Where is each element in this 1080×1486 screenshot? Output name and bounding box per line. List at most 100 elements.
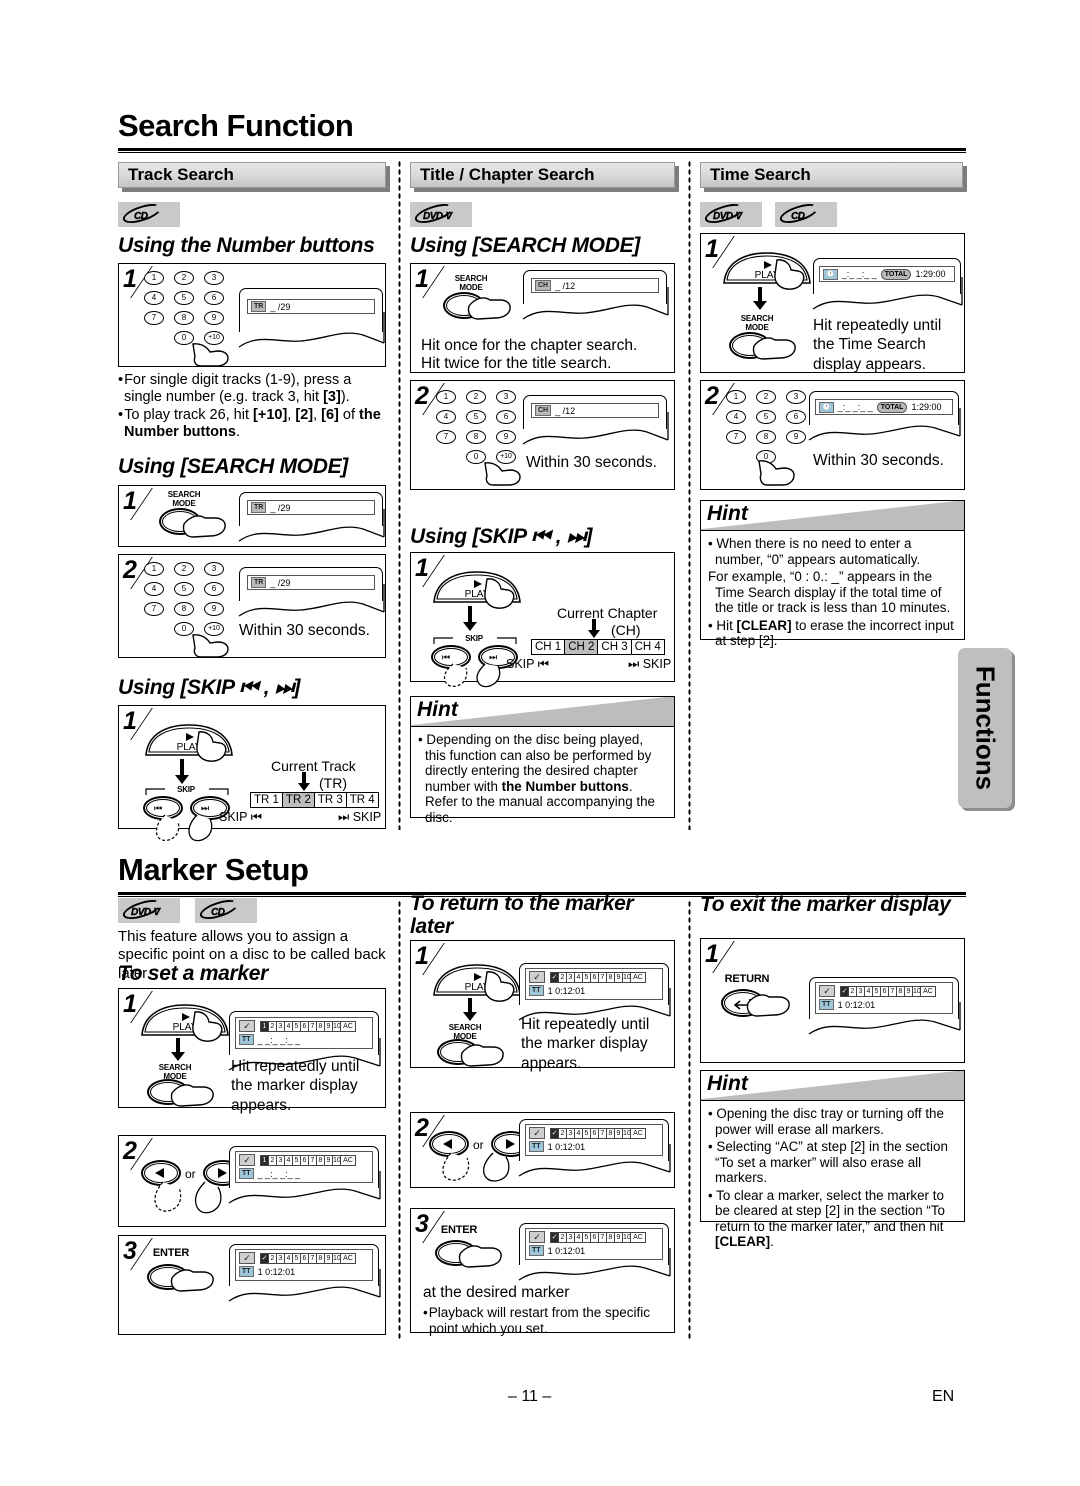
marker-time-row: TT 1 0:12:01 — [529, 1141, 585, 1152]
disc-badge-cd-label: CD — [211, 906, 225, 918]
enter-label: ENTER — [440, 1224, 478, 1236]
key-8[interactable]: 8 — [756, 430, 776, 444]
subheading-to-set-a-marker: To set a marker — [118, 962, 268, 985]
key-1[interactable]: 1 — [144, 271, 164, 285]
finger-pointer-icon — [484, 462, 521, 486]
track-note-2: To play track 26, hit [+10], [2], [6] of… — [118, 407, 390, 442]
key-8[interactable]: 8 — [466, 430, 486, 444]
key-3[interactable]: 3 — [204, 271, 224, 285]
title-tag: TT — [529, 1245, 544, 1256]
key-6[interactable]: 6 — [204, 291, 224, 305]
key-8[interactable]: 8 — [174, 602, 194, 616]
chapter-hit-once-line1: Hit once for the chapter search. — [421, 337, 638, 354]
key-4[interactable]: 4 — [436, 410, 456, 424]
track-strip-unit: (TR) — [319, 775, 347, 791]
down-arrow-icon — [171, 1038, 185, 1061]
marker-time-value: _ _:_ _:_ _ — [257, 1168, 301, 1179]
key-9[interactable]: 9 — [786, 430, 806, 444]
marker-time-row: TT 1 0:12:01 — [529, 1245, 585, 1256]
column-divider-3 — [398, 900, 401, 1340]
clock-icon: 🕐 — [819, 401, 834, 413]
hint-box-marker: Hint Opening the disc tray or turning of… — [700, 1070, 965, 1249]
marker-cell-ac[interactable]: AC — [630, 1127, 646, 1139]
key-5[interactable]: 5 — [466, 410, 486, 424]
key-1[interactable]: 1 — [726, 390, 746, 404]
key-3[interactable]: 3 — [496, 390, 516, 404]
key-9[interactable]: 9 — [496, 430, 516, 444]
marker-cell-ac[interactable]: AC — [340, 1020, 356, 1032]
key-2[interactable]: 2 — [174, 271, 194, 285]
or-label: or — [473, 1138, 484, 1152]
check-icon: ✓ — [239, 1252, 255, 1264]
step-box-track-sm-1: 1 SEARCH MODE TR _ /29 — [118, 485, 386, 547]
key-6[interactable]: 6 — [496, 410, 516, 424]
marker-cell-ac[interactable]: AC — [340, 1154, 356, 1166]
step-box-set-marker-2: 2 or ✓ 1 2 3 4 5 6 7 8 9 10 AC TT _ _:_ … — [118, 1135, 386, 1227]
chapter-strip-unit: (CH) — [611, 622, 641, 638]
key-8[interactable]: 8 — [174, 311, 194, 325]
disc-badge-dvd-v-label: DVD-V — [423, 210, 453, 222]
disc-badge-dvd-v: DVD-V — [410, 199, 472, 227]
track-cell: TR 1 — [250, 793, 283, 807]
key-5[interactable]: 5 — [756, 410, 776, 424]
subheading-chapter-skip: Using [SKIP ⏮ , ⏭] — [410, 525, 593, 548]
display-screen: ✓ ✓ 2 3 4 5 6 7 8 9 10 AC TT 1 0:12:01 — [815, 982, 953, 1014]
key-7[interactable]: 7 — [726, 430, 746, 444]
display-value: _ /12 — [555, 280, 576, 291]
marker-cell-ac[interactable]: AC — [920, 985, 936, 997]
key-5[interactable]: 5 — [174, 291, 194, 305]
marker-cell-ac[interactable]: AC — [630, 971, 646, 983]
marker-time-value: 1 0:12:01 — [547, 1245, 586, 1256]
wavy-cut-edge — [238, 312, 385, 348]
key-3[interactable]: 3 — [786, 390, 806, 404]
chapter-strip-row: CH 1 CH 2 CH 3 CH 4 — [531, 639, 665, 655]
key-2[interactable]: 2 — [174, 562, 194, 576]
display-tag: TR — [251, 577, 267, 588]
key-5[interactable]: 5 — [174, 582, 194, 596]
step-box-track-number-1: 1 1 2 3 4 5 6 7 8 9 0 +10 TR _ /29 — [118, 263, 386, 367]
key-9[interactable]: 9 — [204, 311, 224, 325]
marker-time-row: TT _ _:_ _:_ _ — [239, 1168, 300, 1179]
key-4[interactable]: 4 — [726, 410, 746, 424]
key-6[interactable]: 6 — [204, 582, 224, 596]
key-1[interactable]: 1 — [144, 562, 164, 576]
track-cell: TR 3 — [314, 793, 347, 807]
key-7[interactable]: 7 — [144, 311, 164, 325]
key-4[interactable]: 4 — [144, 582, 164, 596]
key-7[interactable]: 7 — [436, 430, 456, 444]
hint-box-chapter: Hint Depending on the disc being played,… — [410, 696, 675, 825]
search-mode-label: SEARCH MODE — [167, 490, 201, 508]
track-strip-diagram: TR 1 TR 2 TR 3 TR 4 — [250, 792, 379, 808]
title-tag: TT — [239, 1168, 254, 1179]
key-2[interactable]: 2 — [756, 390, 776, 404]
marker-cell-ac[interactable]: AC — [630, 1231, 646, 1243]
title-tag: TT — [239, 1266, 254, 1277]
key-2[interactable]: 2 — [466, 390, 486, 404]
page-number: – 11 – — [508, 1388, 552, 1405]
marker-cell-ac[interactable]: AC — [340, 1252, 356, 1264]
check-icon: ✓ — [529, 1231, 545, 1243]
step-box-track-skip-1: 1 PLAY SKIP ⏮ ⏭ Current Track (TR) TR 1 … — [118, 705, 386, 842]
key-3[interactable]: 3 — [204, 562, 224, 576]
number-keypad[interactable]: 1 2 3 4 5 6 7 8 9 0 +10 — [436, 390, 526, 468]
chapter-cell: CH 1 — [531, 640, 566, 654]
step-box-set-marker-3: 3 ENTER ✓ ✓ 2 3 4 5 6 7 8 9 10 AC TT 1 0… — [118, 1235, 386, 1335]
within-30-seconds-time: Within 30 seconds. — [813, 452, 944, 469]
down-arrow-icon — [463, 606, 477, 631]
key-7[interactable]: 7 — [144, 602, 164, 616]
finger-pointer-icon — [154, 1181, 222, 1214]
number-keypad[interactable]: 1 2 3 4 5 6 7 8 9 0 +10 — [144, 271, 234, 349]
number-keypad[interactable]: 1 2 3 4 5 6 7 8 9 0 +10 — [144, 562, 234, 640]
key-1[interactable]: 1 — [436, 390, 456, 404]
key-4[interactable]: 4 — [144, 291, 164, 305]
column-divider-1 — [398, 160, 401, 830]
key-6[interactable]: 6 — [786, 410, 806, 424]
wavy-cut-edge — [238, 509, 385, 542]
wavy-cut-edge — [522, 287, 669, 320]
step-box-chapter-sm-2: 2 1 2 3 4 5 6 7 8 9 0 +10 CH _ /12 Withi… — [410, 380, 675, 490]
number-keypad[interactable]: 1 2 3 4 5 6 7 8 9 0 — [726, 390, 816, 468]
finger-pointer-icon — [774, 259, 805, 290]
hint-header: Hint — [701, 1071, 964, 1101]
key-9[interactable]: 9 — [204, 602, 224, 616]
step-box-return-marker-2: 2 or ✓ ✓ 2 3 4 5 6 7 8 9 10 AC TT 1 0:12… — [410, 1112, 675, 1188]
